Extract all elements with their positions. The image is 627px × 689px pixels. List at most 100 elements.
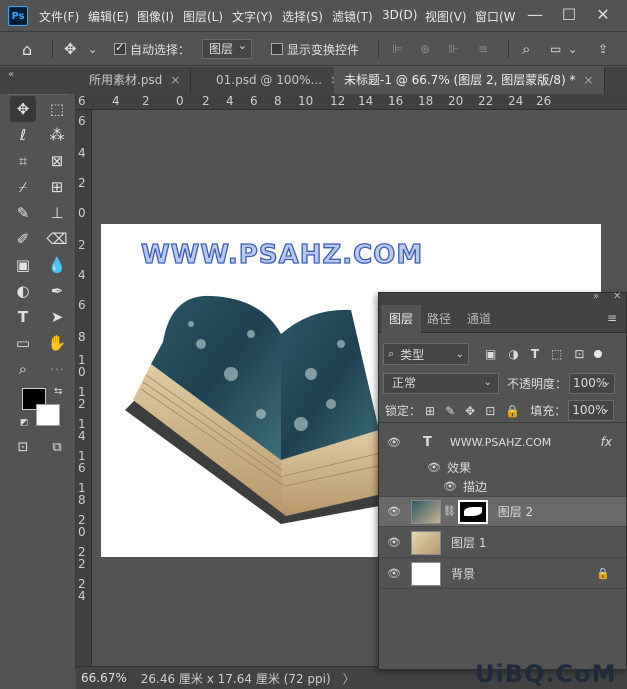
opacity-input[interactable]: 100% ⌄ <box>569 372 616 394</box>
visibility-eye-icon[interactable]: 👁 <box>387 536 401 549</box>
menu-file[interactable]: 文件(F) <box>39 8 79 25</box>
marquee-tool-icon[interactable]: ⬚ <box>44 96 70 122</box>
hand-tool-icon[interactable]: ✋ <box>44 330 70 356</box>
eyedropper-icon[interactable]: ⌿ <box>10 174 36 200</box>
close-tab-icon[interactable]: × <box>583 73 593 87</box>
move-tool-icon[interactable]: ✥ <box>64 38 77 60</box>
layer-thumbnail[interactable] <box>411 499 441 524</box>
status-menu-arrow-icon[interactable]: 〉 <box>343 670 355 687</box>
menu-3d[interactable]: 3D(D) <box>382 8 417 22</box>
panel-close-icon[interactable]: ✕ <box>613 291 621 302</box>
layers-panel-titlebar[interactable]: » ✕ <box>379 291 626 305</box>
photoshop-logo-icon[interactable]: Ps <box>8 6 28 26</box>
blend-mode-select[interactable]: 正常 ⌄ <box>383 372 499 394</box>
collapse-panels-icon[interactable]: « <box>8 69 14 80</box>
layer-row-text[interactable]: 👁 T WWW.PSAHZ.COM fx <box>379 427 626 457</box>
screen-mode-icon[interactable]: ⧉ <box>44 434 70 460</box>
magic-wand-icon[interactable]: ⁂ <box>44 122 70 148</box>
layer-thumbnail[interactable] <box>411 530 441 555</box>
brush-tool-icon[interactable]: ✎ <box>10 200 36 226</box>
workspace-chevron-icon[interactable]: ⌄ <box>568 38 577 60</box>
lock-pixels-icon[interactable]: ✎ <box>445 404 455 418</box>
tab-layers[interactable]: 图层 <box>381 305 422 333</box>
home-icon[interactable]: ⌂ <box>22 38 32 60</box>
swap-colors-icon[interactable]: ⇆ <box>54 386 62 397</box>
move-tool-icon[interactable]: ✥ <box>10 96 36 122</box>
search-icon[interactable]: ⌕ <box>522 38 530 60</box>
visibility-eye-icon[interactable]: 👁 <box>387 436 401 449</box>
menu-type[interactable]: 文字(Y) <box>232 8 273 25</box>
tab-untitled-1[interactable]: 未标题-1 @ 66.7% (图层 2, 图层蒙版/8) * × <box>334 67 605 94</box>
lock-transparency-icon[interactable]: ⊞ <box>425 404 435 418</box>
vertical-ruler[interactable]: 6 4 2 0 2 4 6 8 1 0 1 2 1 4 1 6 1 8 2 0 … <box>76 110 92 666</box>
visibility-eye-icon[interactable]: 👁 <box>387 567 401 580</box>
patch-tool-icon[interactable]: ⊞ <box>44 174 70 200</box>
filter-pixel-icon[interactable]: ▣ <box>485 347 496 361</box>
menu-window[interactable]: 窗口(W <box>475 8 516 25</box>
layer-filter-select[interactable]: ⌕ 类型 ⌄ <box>383 343 469 365</box>
fill-input[interactable]: 100% ⌄ <box>568 400 615 421</box>
pen-tool-icon[interactable]: ✒ <box>44 278 70 304</box>
stroke-effect-row[interactable]: 👁 描边 <box>379 477 626 497</box>
link-icon[interactable]: ⛓ <box>443 506 456 517</box>
default-colors-icon[interactable]: ◩ <box>20 418 29 428</box>
filter-toggle-icon[interactable] <box>594 350 603 358</box>
layer-mask-thumbnail[interactable] <box>457 499 488 524</box>
auto-select-target-select[interactable]: 图层 <box>202 37 253 60</box>
more-tools-icon[interactable]: ⋯ <box>44 356 70 382</box>
menu-select[interactable]: 选择(S) <box>282 8 323 25</box>
menu-edit[interactable]: 编辑(E) <box>88 8 129 25</box>
visibility-eye-icon[interactable]: 👁 <box>427 461 441 474</box>
rectangle-tool-icon[interactable]: ▭ <box>10 330 36 356</box>
minimize-button[interactable]: — <box>524 4 546 26</box>
filter-shape-icon[interactable]: ⬚ <box>551 347 562 361</box>
stamp-tool-icon[interactable]: ⊥ <box>44 200 70 226</box>
blur-tool-icon[interactable]: 💧 <box>44 252 70 278</box>
collapse-icon[interactable]: » <box>593 291 599 302</box>
tab-01-psd[interactable]: 01.psd @ 100%...× <box>206 67 352 94</box>
layer-row-background[interactable]: 👁 背景 🔒 <box>379 559 626 589</box>
frame-tool-icon[interactable]: ⊠ <box>44 148 70 174</box>
eraser-icon[interactable]: ⌫ <box>44 226 70 252</box>
type-tool-icon[interactable]: T <box>10 304 36 330</box>
path-select-icon[interactable]: ➤ <box>44 304 70 330</box>
zoom-level[interactable]: 66.67% <box>81 671 127 685</box>
filter-type-icon[interactable]: T <box>531 347 539 361</box>
share-icon[interactable]: ⇪ <box>598 38 608 60</box>
show-transform-checkbox[interactable]: 显示变换控件 <box>271 38 359 60</box>
lasso-tool-icon[interactable]: ℓ <box>10 122 36 148</box>
layer-thumbnail[interactable] <box>411 561 441 586</box>
align-right-icon[interactable]: ⊪ <box>448 38 458 60</box>
menu-view[interactable]: 视图(V) <box>425 8 467 25</box>
layer-row-layer-1[interactable]: 👁 图层 1 <box>379 528 626 558</box>
align-center-icon[interactable]: ⊕ <box>420 38 430 60</box>
lock-artboard-icon[interactable]: ⊡ <box>485 404 495 418</box>
zoom-tool-icon[interactable]: ⌕ <box>10 356 36 382</box>
distribute-icon[interactable]: ≡ <box>478 38 488 60</box>
auto-select-checkbox[interactable]: 自动选择： <box>114 38 190 60</box>
quick-mask-icon[interactable]: ⊡ <box>10 434 36 460</box>
horizontal-ruler[interactable]: 6 4 2 0 2 4 6 8 10 12 14 16 18 20 22 24 … <box>76 94 627 110</box>
dodge-tool-icon[interactable]: ◐ <box>10 278 36 304</box>
menu-filter[interactable]: 滤镜(T) <box>332 8 373 25</box>
close-button[interactable]: ✕ <box>592 4 614 26</box>
lock-position-icon[interactable]: ✥ <box>465 404 475 418</box>
tab-paths[interactable]: 路径 <box>419 305 459 333</box>
filter-smart-object-icon[interactable]: ⊡ <box>574 347 584 361</box>
panel-menu-icon[interactable]: ≡ <box>607 311 617 325</box>
visibility-eye-icon[interactable]: 👁 <box>443 480 457 493</box>
history-brush-icon[interactable]: ✐ <box>10 226 36 252</box>
maximize-button[interactable]: ☐ <box>558 4 580 26</box>
tab-channels[interactable]: 通道 <box>459 305 499 333</box>
menu-image[interactable]: 图像(I) <box>137 8 174 25</box>
lock-all-icon[interactable]: 🔒 <box>505 404 520 418</box>
chevron-down-icon[interactable]: ⌄ <box>88 38 97 60</box>
workspace-icon[interactable]: ▭ <box>550 38 561 60</box>
visibility-eye-icon[interactable]: 👁 <box>387 505 401 518</box>
layer-row-layer-2[interactable]: 👁 ⛓ 图层 2 <box>379 497 626 527</box>
fx-icon[interactable]: fx <box>601 435 612 449</box>
gradient-tool-icon[interactable]: ▣ <box>10 252 36 278</box>
close-tab-icon[interactable]: × <box>170 73 180 87</box>
layer-effects-row[interactable]: 👁 效果 <box>379 457 626 477</box>
menu-layer[interactable]: 图层(L) <box>183 8 223 25</box>
